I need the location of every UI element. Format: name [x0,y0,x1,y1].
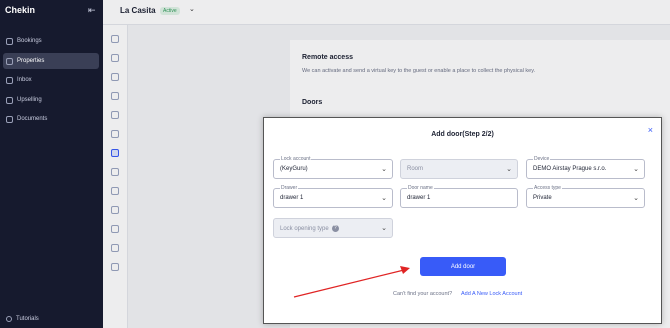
add-door-modal: Add door(Step 2/2) × Lock account (KeyGu… [263,117,662,324]
sidebar-item-inbox[interactable]: Inbox [3,72,99,88]
sidebar-item-label: Inbox [17,77,32,83]
lock-account-select[interactable]: Lock account (KeyGuru) ⌄ [273,156,393,179]
chevron-down-icon: ⌄ [381,195,387,202]
door-name-label: Door name [407,185,434,191]
inbox-icon [6,76,13,84]
tutorials-link[interactable]: Tutorials [6,316,39,322]
chevron-down-icon: ⌄ [633,166,639,173]
tutorials-label: Tutorials [16,316,39,322]
calendar-icon [6,37,13,45]
lock-opening-type-select[interactable]: Lock opening type ? ⌄ [273,218,393,238]
sidebar-item-documents[interactable]: Documents [3,111,99,127]
cant-find-account-text: Can't find your account? [393,291,453,297]
sidebar-item-upselling[interactable]: Upselling [3,92,99,108]
access-type-label: Access type [533,185,562,191]
collapse-sidebar-icon[interactable]: ⇤ [88,5,96,16]
sidebar-item-label: Properties [17,58,45,64]
room-select[interactable]: Room ⌄ [400,159,518,179]
sidebar-item-label: Bookings [17,38,42,44]
chevron-down-icon: ⌄ [381,166,387,173]
sidebar-item-bookings[interactable]: Bookings [3,33,99,49]
drawer-value: drawer 1 [280,195,304,201]
access-type-select[interactable]: Access type Private ⌄ [526,185,645,208]
add-lock-account-link[interactable]: Add A New Lock Account [461,291,522,297]
sidebar-item-label: Documents [17,116,48,122]
lock-opening-type-placeholder: Lock opening type ? [280,225,339,232]
close-icon[interactable]: × [648,125,653,135]
device-label: Device [533,156,551,162]
home-icon [6,57,13,65]
drawer-label: Drawer [280,185,299,191]
sidebar: Chekin ⇤ Bookings Properties Inbox Upsel… [0,0,103,328]
modal-title: Add door(Step 2/2) [431,131,494,138]
chevron-down-icon: ⌄ [633,195,639,202]
documents-icon [6,115,13,123]
lock-account-value: (KeyGuru) [280,166,308,172]
lock-account-label: Lock account [280,156,312,162]
lock-opening-type-text: Lock opening type [280,225,329,232]
device-value: DEMO Airstay Prague s.r.o. [533,166,607,172]
access-type-value: Private [533,195,552,201]
door-name-value: drawer 1 [407,195,431,201]
sidebar-item-label: Upselling [17,97,42,103]
lightbulb-icon [6,316,12,322]
sidebar-item-properties[interactable]: Properties [3,53,99,69]
drawer-select[interactable]: Drawer drawer 1 ⌄ [273,185,393,208]
room-placeholder: Room [407,166,424,172]
device-select[interactable]: Device DEMO Airstay Prague s.r.o. ⌄ [526,156,645,179]
add-door-button[interactable]: Add door [420,257,506,276]
door-name-input[interactable]: Door name drawer 1 [400,185,518,208]
app-logo: Chekin [5,5,36,15]
chevron-down-icon: ⌄ [506,166,512,173]
chevron-down-icon: ⌄ [381,225,387,232]
help-icon[interactable]: ? [331,225,339,232]
upselling-icon [6,96,13,104]
